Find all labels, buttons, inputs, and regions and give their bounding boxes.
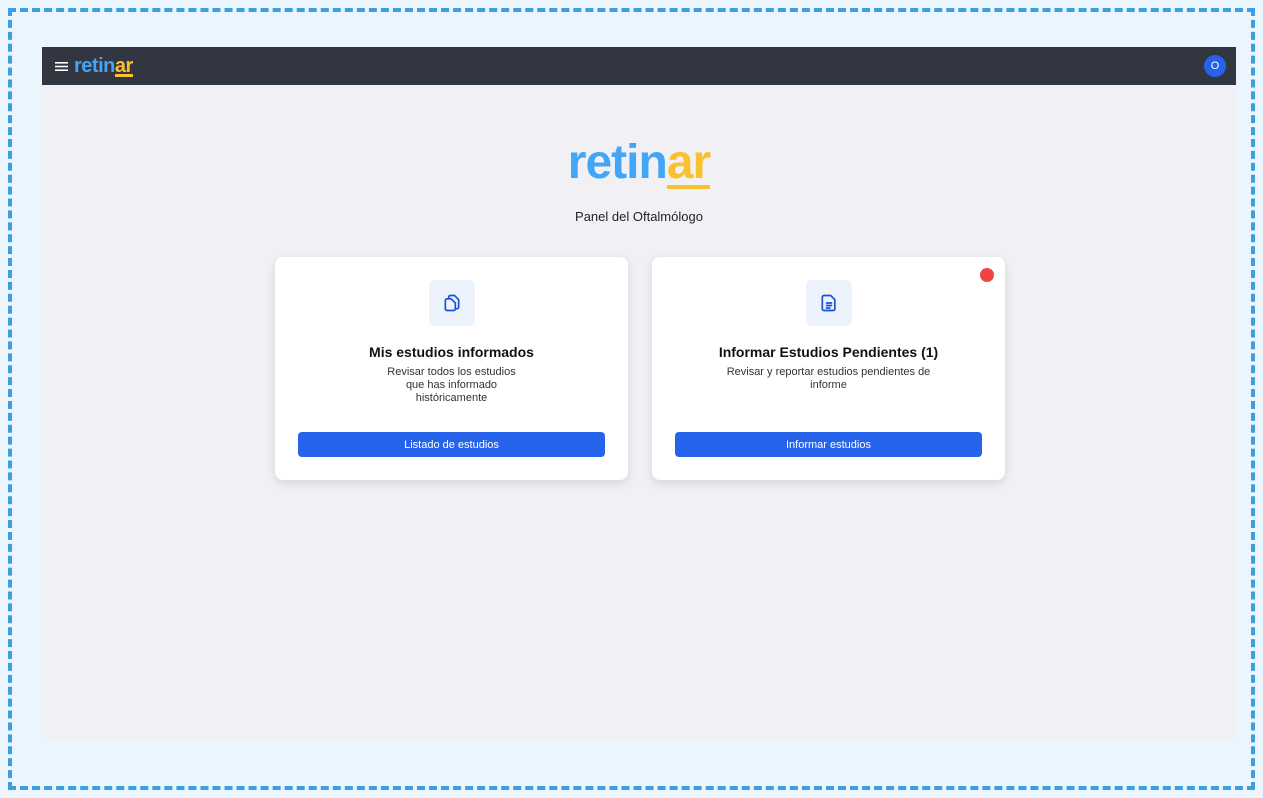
document-text-icon xyxy=(805,280,852,326)
user-avatar[interactable]: O xyxy=(1204,55,1226,77)
main-logo-ar: ar xyxy=(666,136,711,189)
notification-dot xyxy=(980,268,994,282)
main-logo: retinar xyxy=(42,139,1236,189)
logo-text-ar: ar xyxy=(114,54,133,77)
cards-container: Mis estudios informados Revisar todos lo… xyxy=(275,257,1005,480)
card-title: Informar Estudios Pendientes (1) xyxy=(718,344,939,360)
documents-copy-icon xyxy=(428,280,475,326)
card-title: Mis estudios informados xyxy=(369,344,534,360)
card-studies-reported: Mis estudios informados Revisar todos lo… xyxy=(275,257,628,480)
card-description: Revisar todos los estudios que has infor… xyxy=(387,366,516,404)
list-studies-button[interactable]: Listado de estudios xyxy=(298,432,605,457)
hero-section: retinar Panel del Oftalmólogo xyxy=(42,139,1236,225)
top-navbar: retinar O xyxy=(42,47,1236,85)
card-description: Revisar y reportar estudios pendientes d… xyxy=(726,366,931,391)
card-pending-studies: Informar Estudios Pendientes (1) Revisar… xyxy=(652,257,1005,480)
hamburger-menu-icon[interactable] xyxy=(52,57,70,75)
page-subtitle: Panel del Oftalmólogo xyxy=(575,209,703,224)
main-logo-retin: retin xyxy=(567,136,668,189)
logo-text-retin: retin xyxy=(74,54,115,77)
report-studies-button[interactable]: Informar estudios xyxy=(675,432,982,457)
app-window: retinar O retinar Panel del Oftalmólogo … xyxy=(42,47,1236,740)
navbar-left: retinar xyxy=(52,55,133,78)
navbar-logo[interactable]: retinar xyxy=(74,55,133,78)
